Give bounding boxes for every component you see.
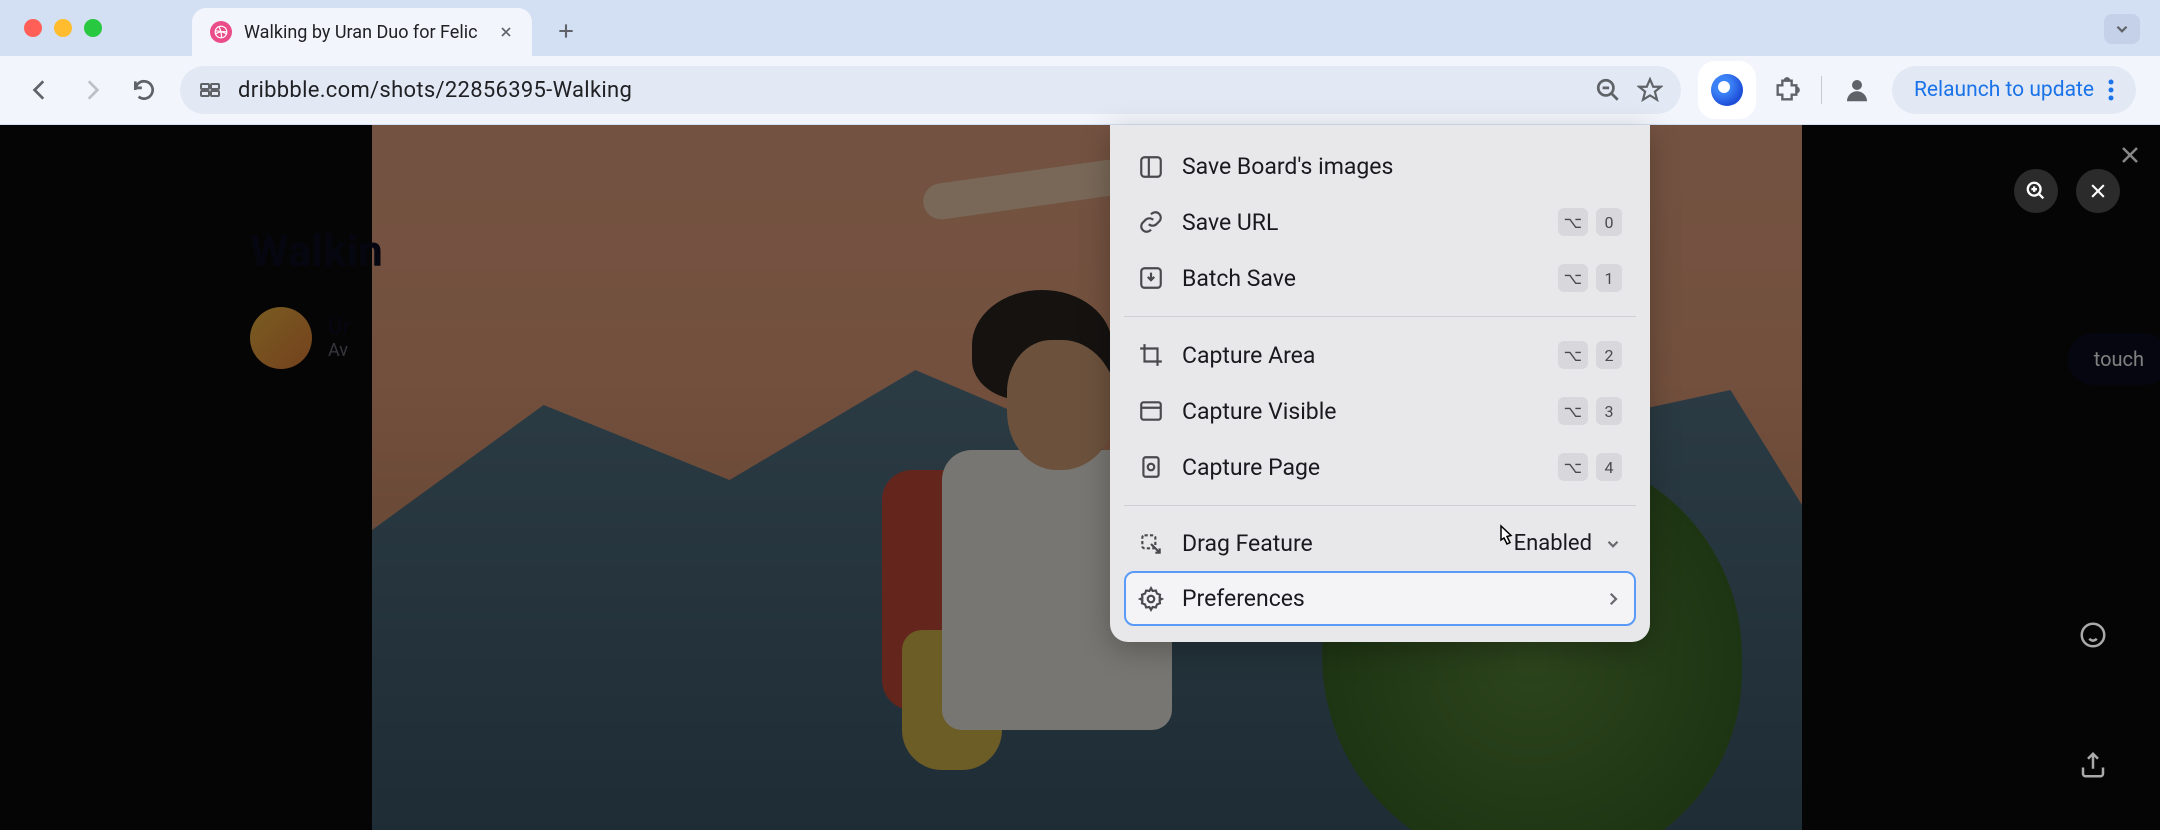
menu-save-board-images[interactable]: Save Board's images <box>1124 139 1636 194</box>
maximize-window-button[interactable] <box>84 19 102 37</box>
page-dim-overlay <box>0 125 2160 830</box>
menu-label: Drag Feature <box>1182 530 1496 557</box>
cursor-pointer-icon <box>1494 524 1516 550</box>
menu-capture-area[interactable]: Capture Area ⌥ 2 <box>1124 327 1636 383</box>
zoom-icon[interactable] <box>1595 77 1621 103</box>
menu-drag-feature[interactable]: Drag Feature Enabled <box>1124 516 1636 571</box>
tab-title: Walking by Uran Duo for Felic <box>244 22 486 43</box>
menu-label: Save URL <box>1182 209 1540 236</box>
menu-label: Capture Page <box>1182 454 1540 481</box>
menu-capture-visible[interactable]: Capture Visible ⌥ 3 <box>1124 383 1636 439</box>
toolbar: dribbble.com/shots/22856395-Walking Rela… <box>0 56 2160 124</box>
close-button[interactable] <box>2076 169 2120 213</box>
shortcut: ⌥ 3 <box>1558 397 1622 425</box>
close-tab-button[interactable] <box>498 24 514 40</box>
menu-label: Preferences <box>1182 585 1586 612</box>
eagle-icon <box>1711 74 1743 106</box>
profile-button[interactable] <box>1842 75 1872 105</box>
shortcut: ⌥ 0 <box>1558 208 1622 236</box>
close-lightbox-button[interactable] <box>2118 143 2142 167</box>
reload-button[interactable] <box>128 74 160 106</box>
page-icon <box>1138 454 1164 480</box>
menu-label: Save Board's images <box>1182 153 1622 180</box>
zoom-in-button[interactable] <box>2014 169 2058 213</box>
menu-capture-page[interactable]: Capture Page ⌥ 4 <box>1124 439 1636 495</box>
menu-label: Capture Area <box>1182 342 1540 369</box>
close-window-button[interactable] <box>24 19 42 37</box>
shortcut: ⌥ 2 <box>1558 341 1622 369</box>
menu-kebab-icon <box>2108 79 2114 101</box>
dribbble-favicon-icon <box>210 21 232 43</box>
extension-popup: Save Board's images Save URL ⌥ 0 Batch S… <box>1110 125 1650 642</box>
browser-tab[interactable]: Walking by Uran Duo for Felic <box>192 8 532 56</box>
drag-icon <box>1138 531 1164 557</box>
shortcut: ⌥ 1 <box>1558 264 1622 292</box>
drag-status: Enabled <box>1514 531 1622 556</box>
menu-save-url[interactable]: Save URL ⌥ 0 <box>1124 194 1636 250</box>
menu-batch-save[interactable]: Batch Save ⌥ 1 <box>1124 250 1636 306</box>
eagle-extension-button[interactable] <box>1701 64 1753 116</box>
window-icon <box>1138 398 1164 424</box>
address-bar[interactable]: dribbble.com/shots/22856395-Walking <box>180 66 1681 114</box>
chevron-right-icon <box>1604 590 1622 608</box>
forward-button[interactable] <box>76 74 108 106</box>
menu-label: Capture Visible <box>1182 398 1540 425</box>
window-controls <box>24 19 102 37</box>
share-icon[interactable] <box>2078 750 2108 780</box>
settings-icon <box>1138 586 1164 612</box>
download-icon <box>1138 265 1164 291</box>
minimize-window-button[interactable] <box>54 19 72 37</box>
menu-label: Batch Save <box>1182 265 1540 292</box>
page-content: Walkin Ur Av touch <box>0 125 2160 830</box>
feedback-icon[interactable] <box>2078 620 2108 650</box>
bookmark-star-icon[interactable] <box>1637 77 1663 103</box>
site-info-icon[interactable] <box>198 78 222 102</box>
shortcut: ⌥ 4 <box>1558 453 1622 481</box>
extensions-button[interactable] <box>1773 76 1801 104</box>
menu-separator <box>1124 316 1636 317</box>
back-button[interactable] <box>24 74 56 106</box>
crop-icon <box>1138 342 1164 368</box>
lightbox-actions <box>2014 169 2120 213</box>
link-icon <box>1138 209 1164 235</box>
relaunch-button[interactable]: Relaunch to update <box>1892 66 2136 114</box>
toolbar-divider <box>1821 76 1822 104</box>
titlebar: Walking by Uran Duo for Felic <box>0 0 2160 56</box>
chevron-down-icon <box>1604 535 1622 553</box>
new-tab-button[interactable] <box>556 21 576 41</box>
menu-preferences[interactable]: Preferences <box>1124 571 1636 626</box>
url-text: dribbble.com/shots/22856395-Walking <box>238 78 1579 103</box>
browser-chrome: Walking by Uran Duo for Felic dribbble.c… <box>0 0 2160 125</box>
menu-separator <box>1124 505 1636 506</box>
layout-icon <box>1138 154 1164 180</box>
relaunch-label: Relaunch to update <box>1914 78 2094 102</box>
tab-overflow-button[interactable] <box>2104 14 2140 44</box>
